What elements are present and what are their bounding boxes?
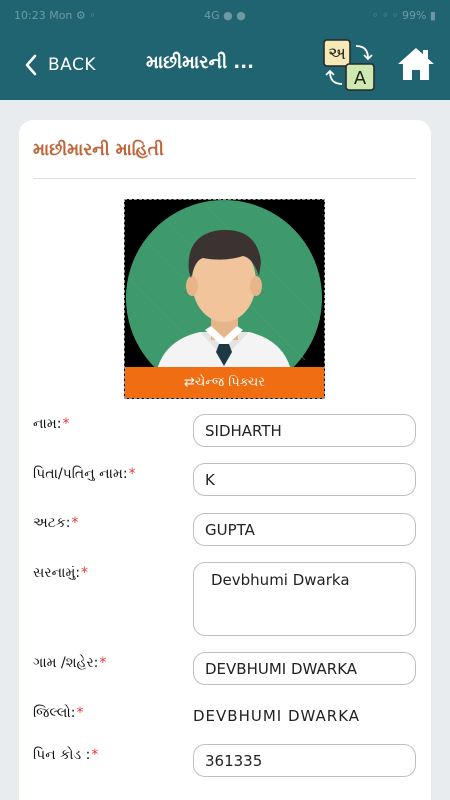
district-label: જિલ્લો:*	[33, 705, 84, 721]
status-center: 4G ● ●	[204, 8, 246, 22]
village-city-label: ગામ /શહેર:*	[33, 655, 106, 671]
home-button[interactable]	[396, 44, 436, 84]
pincode-field[interactable]	[193, 744, 416, 777]
surname-label-text: અટક:	[33, 515, 71, 531]
name-label-text: નામ:	[33, 416, 62, 432]
father-husband-name-field[interactable]	[193, 463, 416, 496]
village-city-field[interactable]	[193, 652, 416, 685]
required-mark: *	[81, 565, 89, 581]
required-mark: *	[128, 466, 136, 482]
change-picture-button[interactable]: ⇄ચેન્જ પિક્ચર	[125, 367, 324, 398]
card-title: માછીમારની માહિતી	[33, 140, 164, 160]
translate-target-letter: A	[354, 68, 367, 89]
app-bar: 10:23 Mon ⚙ ◦ 4G ● ● ◦ ◦ ◦ 99% ▮ BACK મા…	[0, 0, 450, 100]
district-label-text: જિલ્લો:	[33, 705, 76, 721]
status-bar: 10:23 Mon ⚙ ◦ 4G ● ● ◦ ◦ ◦ 99% ▮	[0, 0, 450, 30]
required-mark: *	[91, 747, 99, 763]
address-label: સરનામું:*	[33, 565, 88, 581]
pincode-label-text: પિન કોડ :	[33, 747, 91, 763]
divider	[33, 178, 416, 179]
required-mark: *	[76, 705, 84, 721]
village-city-label-text: ગામ /શહેર:	[33, 655, 99, 671]
pincode-label: પિન કોડ :*	[33, 747, 98, 763]
name-label: નામ:*	[33, 416, 69, 432]
language-toggle-button[interactable]: અ A	[322, 38, 378, 92]
name-field[interactable]	[193, 414, 416, 447]
required-mark: *	[71, 515, 79, 531]
chevron-left-icon	[25, 54, 37, 76]
translate-source-letter: અ	[328, 44, 346, 64]
father-husband-name-label-text: પિતા/પતિનુ નામ:	[33, 466, 128, 482]
required-mark: *	[62, 416, 70, 432]
surname-label: અટક:*	[33, 515, 79, 531]
surname-field[interactable]	[193, 513, 416, 546]
home-icon	[398, 48, 434, 80]
father-husband-name-label: પિતા/પતિનુ નામ:*	[33, 466, 136, 482]
required-mark: *	[99, 655, 107, 671]
back-button[interactable]: BACK	[24, 50, 96, 80]
back-label: BACK	[48, 55, 97, 75]
translate-icon: અ A	[323, 39, 375, 91]
district-value: DEVBHUMI DWARKA	[193, 707, 361, 725]
page-title: માછીમારની ...	[146, 52, 254, 73]
fisherman-info-card: માછીમારની માહિતી ⇄ચેન્જ પિક્ચર નામ:* SID…	[19, 120, 431, 800]
profile-photo[interactable]: ⇄ચેન્જ પિક્ચર	[124, 199, 325, 399]
address-label-text: સરનામું:	[33, 565, 81, 581]
address-textarea[interactable]: Devbhumi Dwarka	[193, 562, 416, 636]
